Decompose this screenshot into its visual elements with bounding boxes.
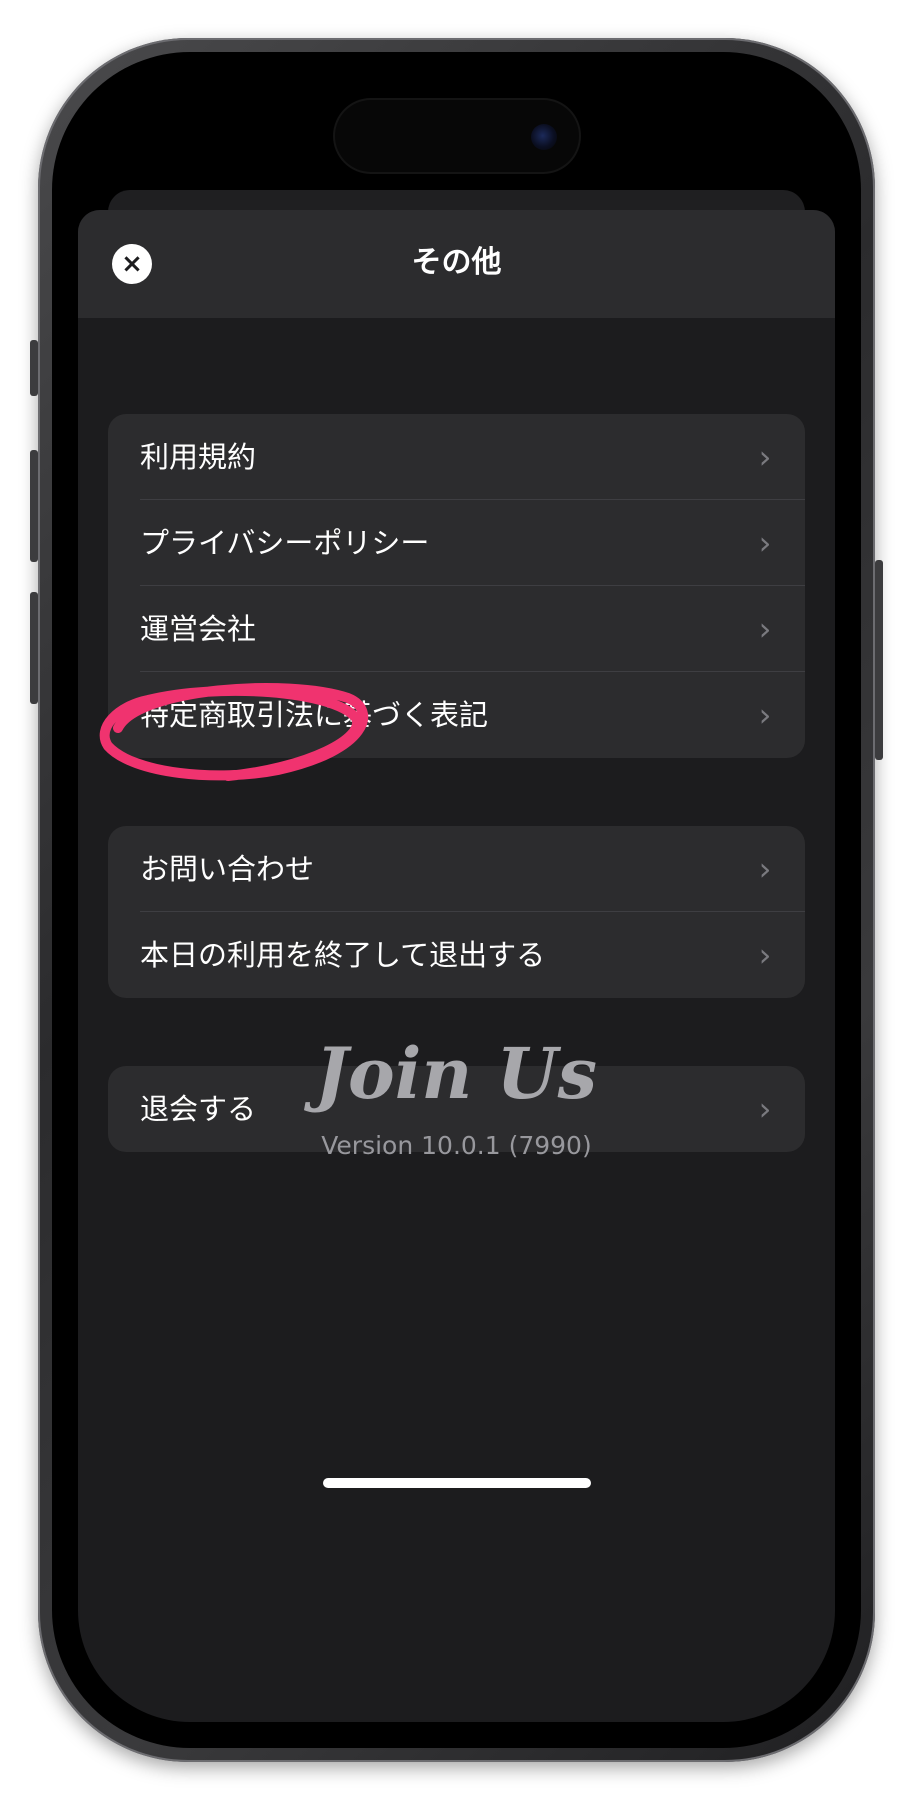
page-title: その他 [411, 245, 502, 280]
screen: × その他 利用規約 › プライバシーポリシー › 運営会社 › 特定商取引法に… [78, 78, 835, 1722]
list-item-label: お問い合わせ [140, 852, 315, 886]
list-item-company[interactable]: 運営会社 › [108, 586, 805, 672]
volume-down-button [30, 592, 38, 704]
chevron-right-icon: › [758, 696, 772, 734]
version-label: Version 10.0.1 (7990) [321, 1131, 592, 1160]
chevron-right-icon: › [758, 438, 772, 476]
navigation-bar: × その他 [78, 210, 835, 318]
list-item-label: プライバシーポリシー [140, 526, 430, 560]
list-item-privacy-policy[interactable]: プライバシーポリシー › [108, 500, 805, 586]
dynamic-island [335, 100, 579, 172]
list-item-label: 本日の利用を終了して退出する [140, 938, 546, 972]
power-button [875, 560, 883, 760]
action-button [30, 340, 38, 396]
logo-text: Join Us [304, 1032, 597, 1115]
camera-icon [531, 124, 557, 150]
chevron-right-icon: › [758, 936, 772, 974]
list-item-end-session[interactable]: 本日の利用を終了して退出する › [108, 912, 805, 998]
chevron-right-icon: › [758, 850, 772, 888]
list-item-terms[interactable]: 利用規約 › [108, 414, 805, 500]
settings-group-support: お問い合わせ › 本日の利用を終了して退出する › [108, 826, 805, 998]
app-logo: Join Us [78, 1028, 835, 1122]
volume-up-button [30, 450, 38, 562]
list-item-label: 特定商取引法に基づく表記 [140, 698, 489, 732]
list-item-label: 運営会社 [140, 612, 257, 646]
list-item-contact[interactable]: お問い合わせ › [108, 826, 805, 912]
stage: × その他 利用規約 › プライバシーポリシー › 運営会社 › 特定商取引法に… [0, 0, 913, 1800]
list-item-label: 利用規約 [140, 440, 257, 474]
chevron-right-icon: › [758, 610, 772, 648]
list-item-commercial-law[interactable]: 特定商取引法に基づく表記 › [108, 672, 805, 758]
home-indicator [323, 1478, 591, 1488]
settings-group-info: 利用規約 › プライバシーポリシー › 運営会社 › 特定商取引法に基づく表記 … [108, 414, 805, 758]
modal-sheet: × その他 利用規約 › プライバシーポリシー › 運営会社 › 特定商取引法に… [78, 210, 835, 1722]
app-logo-wordmark: Join Us [304, 1032, 597, 1115]
chevron-right-icon: › [758, 524, 772, 562]
